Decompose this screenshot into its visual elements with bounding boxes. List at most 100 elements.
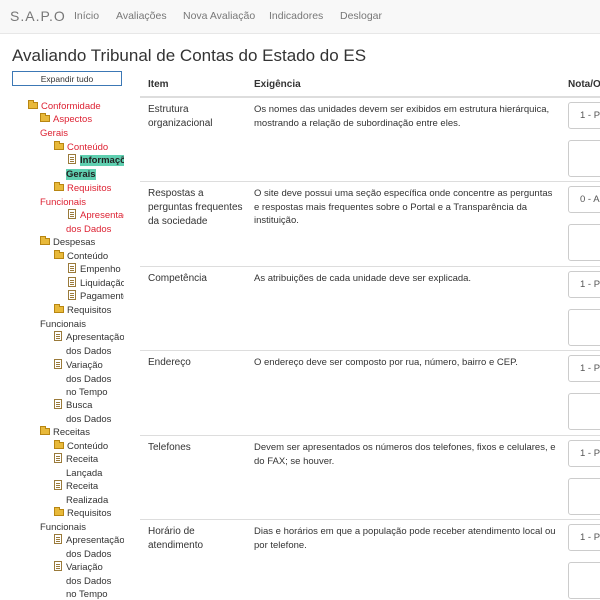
- document-icon: [54, 561, 62, 571]
- tree-node[interactable]: Receita Lançada: [54, 453, 102, 480]
- expand-all-button[interactable]: Expandir tudo: [12, 71, 122, 86]
- tree-node-label: Conformidade: [41, 101, 101, 112]
- brand-logo[interactable]: S.A.P.O: [10, 8, 66, 24]
- row-item-name: Competência: [148, 273, 207, 284]
- document-icon: [54, 331, 62, 341]
- nav-indicadores[interactable]: Indicadores: [269, 10, 323, 22]
- folder-open-icon: [54, 141, 64, 150]
- folder-open-icon: [28, 100, 38, 109]
- tree-node-label: Receita: [66, 454, 99, 465]
- tree-node-label: Conteúdo: [67, 251, 109, 262]
- score-select[interactable]: 1 - P: [568, 271, 600, 298]
- observation-textarea[interactable]: [568, 224, 600, 261]
- tree-node-label: dos Dados: [66, 345, 112, 357]
- tree-node-label: no Tempo: [66, 589, 108, 600]
- observation-textarea[interactable]: [568, 140, 600, 177]
- nav-nova-avaliacao[interactable]: Nova Avaliação: [183, 10, 255, 22]
- tree-node[interactable]: Empenho: [68, 263, 121, 277]
- folder-open-icon: [54, 304, 64, 313]
- row-item-name: Endereço: [148, 357, 191, 368]
- observation-textarea[interactable]: [568, 393, 600, 430]
- tree-node-label: Receita: [66, 481, 99, 492]
- tree-node-label: Despesas: [53, 237, 96, 248]
- tree-node-label: Empenho: [80, 264, 121, 275]
- folder-open-icon: [54, 182, 64, 191]
- table-row-divider: [140, 350, 600, 351]
- table-row-divider: [140, 181, 600, 182]
- tree-node-label: Gerais: [66, 168, 96, 180]
- row-item-name: Respostas a perguntas frequentes da soci…: [148, 188, 243, 227]
- tree-node-label: Liquidação: [80, 278, 124, 289]
- tree-node[interactable]: Despesas: [40, 236, 95, 250]
- tree-node-label: Pagamento: [80, 291, 124, 302]
- document-icon: [54, 359, 62, 369]
- category-tree: Conformidade Aspectos Gerais Conteúdo Inform…: [0, 96, 124, 600]
- folder-open-icon: [54, 250, 64, 259]
- observation-textarea[interactable]: [568, 562, 600, 599]
- score-select[interactable]: 1 - P: [568, 102, 600, 129]
- tree-node[interactable]: Pagamento: [68, 290, 124, 304]
- observation-textarea[interactable]: [568, 478, 600, 515]
- tree-node[interactable]: Conteúdo: [54, 141, 108, 155]
- tree-node-label: dos Dados: [66, 373, 112, 385]
- tree-node-label: Apresentação: [66, 535, 124, 546]
- tree-node-label: Requisitos: [67, 305, 112, 316]
- tree-node-label: Variação: [66, 360, 103, 371]
- tree-node[interactable]: Conteúdo: [54, 440, 108, 454]
- row-requirement: O site deve possui uma seção específica …: [254, 188, 553, 226]
- tree-node-label: Receitas: [53, 427, 90, 438]
- tree-node[interactable]: Busca dos Dados: [54, 399, 111, 426]
- row-requirement: Os nomes das unidades devem ser exibidos…: [254, 104, 550, 129]
- tree-node[interactable]: Variação dos Dados no Tempo: [54, 561, 111, 600]
- folder-open-icon: [40, 113, 50, 122]
- tree-node[interactable]: Requisitos Funcionais: [40, 304, 112, 331]
- score-select[interactable]: 1 - P: [568, 440, 600, 467]
- score-select[interactable]: 0 - A: [568, 186, 600, 213]
- document-icon: [68, 209, 76, 219]
- nav-avaliacoes[interactable]: Avaliações: [116, 10, 167, 22]
- tree-node[interactable]: Liquidação: [68, 277, 124, 291]
- tree-node[interactable]: Conteúdo: [54, 250, 108, 264]
- page-title: Avaliando Tribunal de Contas do Estado d…: [12, 46, 367, 65]
- document-icon: [54, 453, 62, 463]
- tree-node[interactable]: Apresentação dos Dados: [66, 209, 124, 236]
- row-requirement: O endereço deve ser composto por rua, nú…: [254, 357, 518, 368]
- tree-node[interactable]: Aspectos Gerais: [40, 113, 92, 140]
- nav-deslogar[interactable]: Deslogar: [340, 10, 382, 22]
- score-select[interactable]: 1 - P: [568, 355, 600, 382]
- score-select[interactable]: 1 - P: [568, 524, 600, 551]
- nav-inicio[interactable]: Início: [74, 10, 99, 22]
- tree-node[interactable]: Conformidade: [28, 100, 101, 114]
- tree-node[interactable]: Receitas: [40, 426, 90, 440]
- tree-node-label: Conteúdo: [67, 441, 109, 452]
- tree-node[interactable]: Requisitos Funcionais: [40, 182, 111, 209]
- tree-node-label: dos Dados: [66, 575, 112, 587]
- header-item: Item: [148, 79, 169, 90]
- tree-node-label: Conteúdo: [67, 142, 109, 153]
- row-requirement: Devem ser apresentados os números dos te…: [254, 442, 556, 467]
- row-item-name: Horário de atendimento: [148, 526, 204, 551]
- tree-node-label: Apresentação: [66, 332, 124, 343]
- tree-node-label: Busca: [66, 400, 93, 411]
- tree-node[interactable]: Apresentação dos Dados: [54, 331, 124, 358]
- document-icon: [54, 399, 62, 409]
- tree-node-label: Funcionais: [40, 521, 86, 533]
- observation-textarea[interactable]: [568, 309, 600, 346]
- tree-node[interactable]: Variação dos Dados no Tempo: [54, 359, 111, 400]
- tree-node[interactable]: Receita Realizada: [54, 480, 108, 507]
- document-icon: [68, 263, 76, 273]
- tree-node-label: Lançada: [66, 467, 103, 479]
- tree-node-label: Apresentação: [80, 210, 124, 221]
- tree-node-label: Funcionais: [40, 318, 86, 330]
- header-requirement: Exigência: [254, 79, 301, 90]
- tree-node[interactable]: Requisitos Funcionais: [40, 507, 112, 534]
- navbar: S.A.P.O Início Avaliações Nova Avaliação…: [0, 0, 600, 34]
- tree-node-label: Variação: [66, 562, 103, 573]
- tree-node-label: Requisitos: [67, 508, 112, 519]
- tree-node-label: Realizada: [66, 494, 109, 506]
- folder-open-icon: [54, 440, 64, 449]
- tree-node[interactable]: Apresentação dos Dados: [54, 534, 124, 561]
- tree-node-label: dos Dados: [66, 223, 112, 235]
- row-item-name: Estrutura organizacional: [148, 104, 213, 129]
- tree-node[interactable]: Informações Gerais: [66, 154, 124, 181]
